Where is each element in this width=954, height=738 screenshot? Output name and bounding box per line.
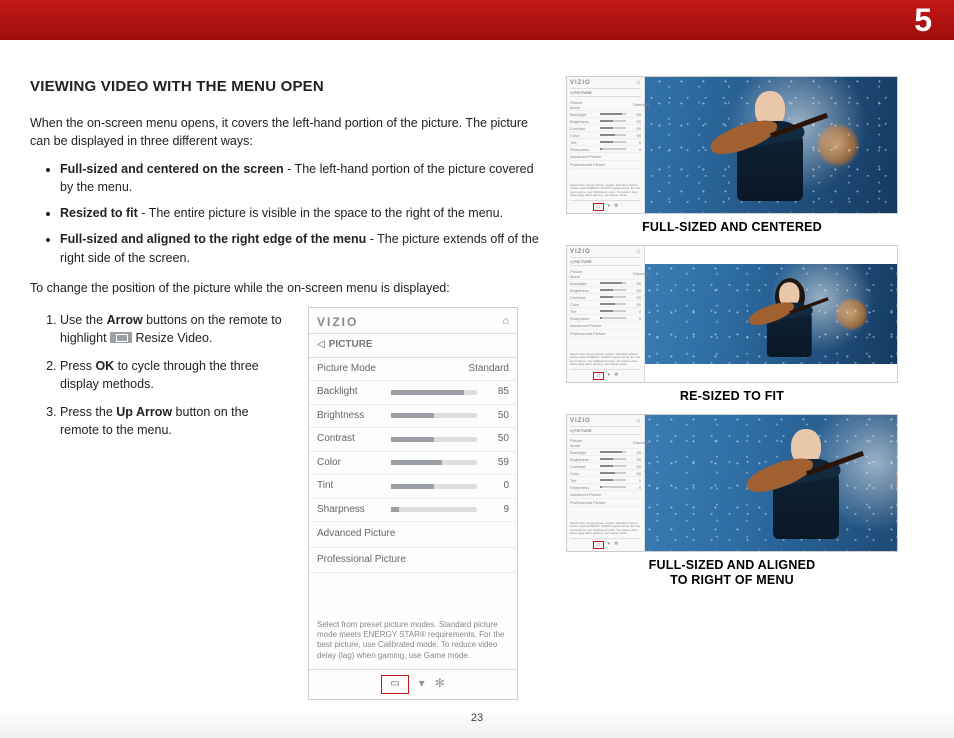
thumb-fit: VIZIO⌂ ◁ PICTURE Picture ModeStandard Ba…	[566, 245, 898, 383]
chapter-number: 5	[914, 2, 932, 38]
page-body: VIEWING VIDEO WITH THE MENU OPEN When th…	[0, 40, 954, 700]
option-bold: Full-sized and aligned to the right edge…	[60, 232, 366, 246]
osd-menu-small: VIZIO⌂ ◁ PICTURE Picture ModeStandard Ba…	[567, 246, 645, 382]
step-item: Press the Up Arrow button on the remote …	[60, 403, 290, 439]
list-item: Full-sized and centered on the screen - …	[60, 160, 540, 196]
thumb-centered: VIZIO⌂ ◁ PICTURE Picture ModeStandard Ba…	[566, 76, 898, 214]
menu-row-picture-mode[interactable]: Picture Mode Standard	[309, 358, 517, 382]
osd-menu-small: VIZIO⌂ ◁ PICTURE Picture ModeStandard Ba…	[567, 415, 645, 551]
example-aligned: VIZIO⌂ ◁ PICTURE Picture ModeStandard Ba…	[566, 414, 898, 588]
steps-list: Use the Arrow buttons on the remote to h…	[60, 311, 290, 440]
menu-row-color[interactable]: Color 59	[309, 452, 517, 476]
example-fit: VIZIO⌂ ◁ PICTURE Picture ModeStandard Ba…	[566, 245, 898, 404]
resize-video-icon[interactable]: ▭	[381, 675, 408, 694]
intro-paragraph: When the on-screen menu opens, it covers…	[30, 114, 540, 150]
option-bold: Full-sized and centered on the screen	[60, 162, 284, 176]
menu-footer: ▭ ▾ ✻	[309, 669, 517, 699]
settings-icon[interactable]: ✻	[435, 675, 445, 694]
menu-row-brightness[interactable]: Brightness 50	[309, 405, 517, 429]
caption-centered: FULL-SIZED AND CENTERED	[566, 220, 898, 235]
caption-aligned-line1: FULL-SIZED AND ALIGNED	[566, 558, 898, 573]
transition-paragraph: To change the position of the picture wh…	[30, 279, 540, 297]
right-column: VIZIO⌂ ◁ PICTURE Picture ModeStandard Ba…	[566, 76, 898, 700]
resize-video-icon	[110, 332, 132, 343]
video-image	[645, 415, 898, 551]
options-list: Full-sized and centered on the screen - …	[60, 160, 540, 267]
back-icon[interactable]: ◁	[317, 339, 325, 350]
violinist-figure	[755, 278, 830, 364]
menu-help-text: Select from preset picture modes. Standa…	[309, 573, 517, 669]
violinist-figure	[755, 423, 865, 549]
step-item: Use the Arrow buttons on the remote to h…	[60, 311, 290, 347]
slider-bar[interactable]	[391, 413, 477, 418]
menu-row-tint[interactable]: Tint 0	[309, 475, 517, 499]
example-centered: VIZIO⌂ ◁ PICTURE Picture ModeStandard Ba…	[566, 76, 898, 235]
chapter-header: 5	[0, 0, 954, 40]
slider-bar[interactable]	[391, 460, 477, 465]
step-item: Press OK to cycle through the three disp…	[60, 357, 290, 393]
option-rest: - The entire picture is visible in the s…	[138, 206, 503, 220]
steps-column: Use the Arrow buttons on the remote to h…	[30, 307, 290, 700]
list-item: Full-sized and aligned to the right edge…	[60, 230, 540, 266]
bottom-shadow	[0, 708, 954, 738]
osd-menu-large: VIZIO ⌂ ◁PICTURE Picture Mode Standard B…	[308, 307, 518, 700]
video-image	[645, 264, 897, 364]
option-bold: Resized to fit	[60, 206, 138, 220]
slider-bar[interactable]	[391, 507, 477, 512]
steps-and-menu-row: Use the Arrow buttons on the remote to h…	[30, 307, 540, 700]
thumb-aligned: VIZIO⌂ ◁ PICTURE Picture ModeStandard Ba…	[566, 414, 898, 552]
slider-bar[interactable]	[391, 437, 477, 442]
menu-row-backlight[interactable]: Backlight 85	[309, 381, 517, 405]
slider-bar[interactable]	[391, 484, 477, 489]
menu-row-contrast[interactable]: Contrast 50	[309, 428, 517, 452]
menu-link-advanced[interactable]: Advanced Picture	[309, 522, 517, 548]
menu-breadcrumb[interactable]: ◁PICTURE	[309, 333, 517, 358]
menu-row-sharpness[interactable]: Sharpness 9	[309, 499, 517, 523]
list-item: Resized to fit - The entire picture is v…	[60, 204, 540, 222]
vizio-logo: VIZIO	[317, 314, 358, 331]
menu-link-professional[interactable]: Professional Picture	[309, 548, 517, 574]
wide-icon[interactable]: ▾	[419, 675, 425, 694]
caption-aligned-line2: TO RIGHT OF MENU	[566, 573, 898, 588]
section-heading: VIEWING VIDEO WITH THE MENU OPEN	[30, 76, 540, 98]
violinist-figure	[719, 85, 829, 211]
left-column: VIEWING VIDEO WITH THE MENU OPEN When th…	[30, 76, 540, 700]
caption-fit: RE-SIZED TO FIT	[566, 389, 898, 404]
osd-menu-small: VIZIO⌂ ◁ PICTURE Picture ModeStandard Ba…	[567, 77, 645, 213]
slider-bar[interactable]	[391, 390, 477, 395]
home-icon[interactable]: ⌂	[502, 314, 509, 330]
